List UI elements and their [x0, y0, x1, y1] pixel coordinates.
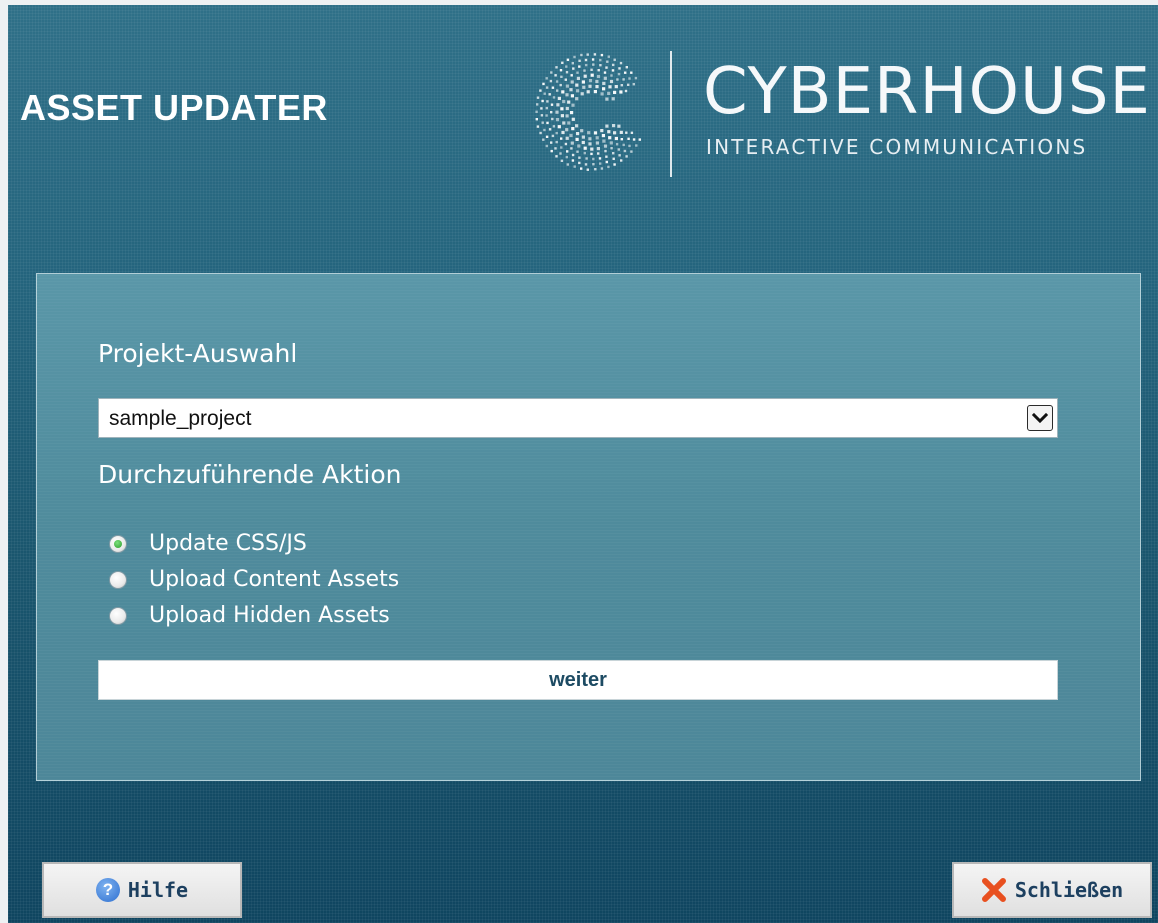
cyberhouse-logo-icon: [535, 53, 641, 171]
project-select-value: sample_project: [109, 407, 252, 430]
asset-updater-window: ASSET UPDATER CYBERHOUSE INTERACTIVE COM…: [8, 5, 1158, 923]
radio-label[interactable]: Upload Content Assets: [149, 567, 399, 592]
main-panel: Projekt-Auswahl sample_project Durchzufü…: [36, 273, 1141, 781]
action-radio-group: Update CSS/JS Upload Content Assets Uplo…: [109, 530, 509, 638]
radio-button[interactable]: [109, 571, 127, 589]
next-button[interactable]: weiter: [98, 660, 1058, 700]
help-button[interactable]: ? Hilfe: [42, 862, 242, 918]
radio-button[interactable]: [109, 607, 127, 625]
app-title: ASSET UPDATER: [20, 87, 328, 128]
project-section-title: Projekt-Auswahl: [98, 339, 298, 368]
radio-label[interactable]: Update CSS/JS: [149, 531, 307, 556]
logo-name: CYBERHOUSE: [703, 55, 1151, 129]
next-button-label: weiter: [549, 668, 607, 691]
radio-button[interactable]: [109, 535, 127, 553]
close-button[interactable]: Schließen: [952, 862, 1152, 918]
help-icon: ?: [95, 878, 120, 902]
radio-option-upload-hidden-assets[interactable]: Upload Hidden Assets: [109, 602, 509, 638]
logo-tagline: INTERACTIVE COMMUNICATIONS: [706, 135, 1088, 159]
close-icon: [981, 878, 1006, 902]
project-select[interactable]: sample_project: [98, 398, 1058, 438]
help-button-label: Hilfe: [127, 878, 189, 902]
radio-label[interactable]: Upload Hidden Assets: [149, 603, 390, 628]
action-section-title: Durchzuführende Aktion: [98, 460, 402, 489]
chevron-down-icon[interactable]: [1027, 405, 1053, 431]
logo-divider: [670, 51, 672, 177]
radio-option-upload-content-assets[interactable]: Upload Content Assets: [109, 566, 509, 602]
radio-option-update-css-js[interactable]: Update CSS/JS: [109, 530, 509, 566]
close-button-label: Schließen: [1014, 878, 1124, 902]
